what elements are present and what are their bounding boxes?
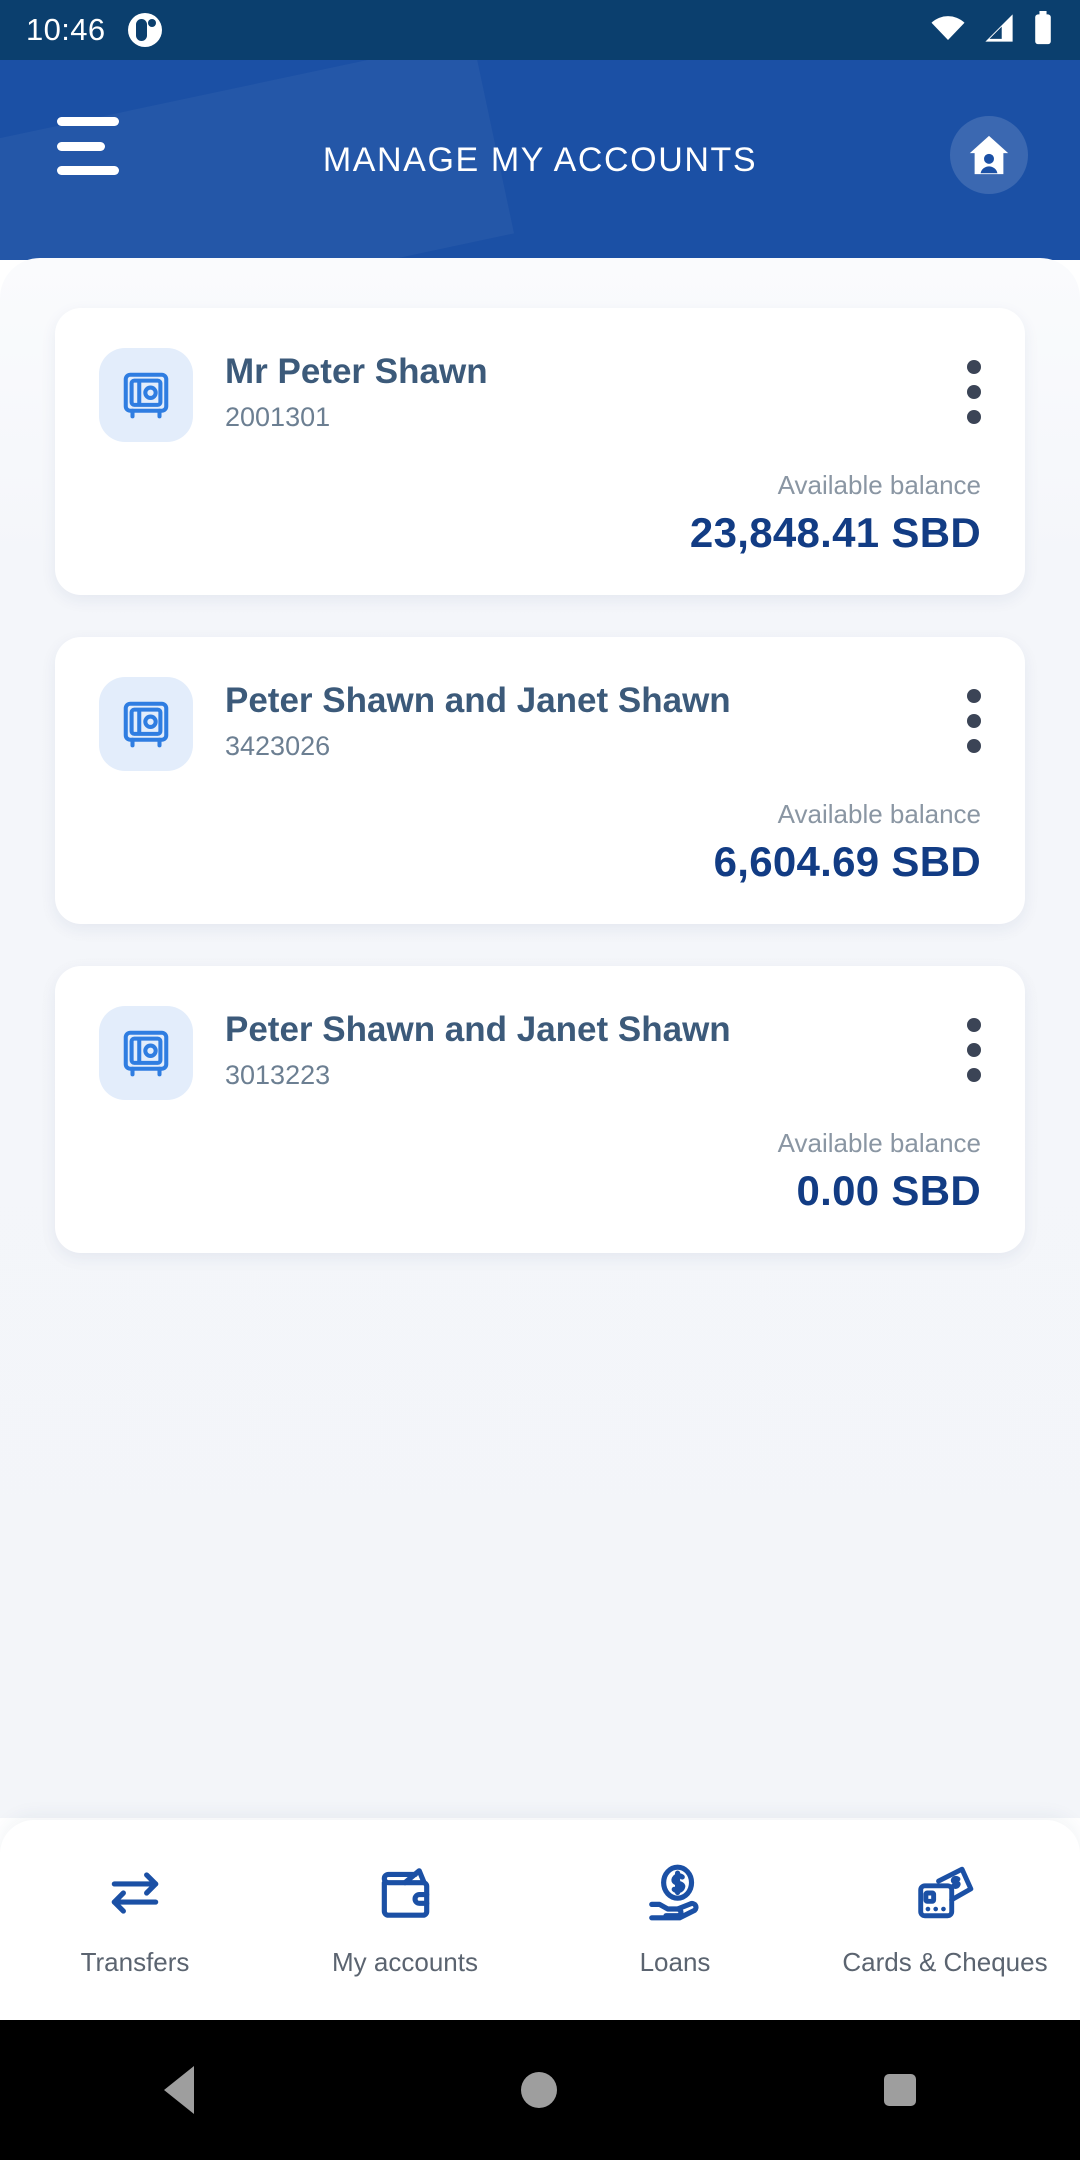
account-balance-block: Available balance 6,604.69 SBD	[99, 799, 981, 886]
more-vertical-icon[interactable]	[967, 1006, 981, 1082]
bottom-navigation-bar: Transfers My accounts Loans Cards & Cheq…	[0, 1820, 1080, 2020]
account-card[interactable]: Peter Shawn and Janet Shawn 3423026 Avai…	[55, 637, 1025, 924]
back-triangle-icon[interactable]	[163, 2066, 194, 2114]
wifi-icon	[930, 13, 966, 48]
accounts-list: Mr Peter Shawn 2001301 Available balance…	[0, 308, 1080, 1295]
account-card-header: Peter Shawn and Janet Shawn 3013223	[99, 1006, 981, 1100]
account-holder-name: Mr Peter Shawn	[225, 352, 488, 391]
available-balance-value: 6,604.69 SBD	[713, 838, 981, 885]
more-vertical-icon[interactable]	[967, 677, 981, 753]
account-holder-name: Peter Shawn and Janet Shawn	[225, 681, 731, 720]
cellular-signal-icon	[982, 13, 1016, 48]
account-number: 3013223	[225, 1060, 331, 1091]
home-circle-icon[interactable]	[520, 2072, 557, 2108]
status-bar: 10:46	[0, 0, 1080, 60]
safe-vault-icon	[99, 348, 193, 442]
account-holder-name: Peter Shawn and Janet Shawn	[225, 1010, 731, 1049]
status-bar-clock: 10:46	[26, 12, 106, 47]
nav-label-cards-cheques: Cards & Cheques	[842, 1947, 1048, 1977]
hand-coin-dollar-icon	[642, 1862, 708, 1929]
safe-vault-icon	[99, 677, 193, 771]
home-user-icon[interactable]	[950, 116, 1028, 194]
app-notification-icon	[127, 13, 162, 47]
safe-vault-icon	[99, 1006, 193, 1100]
available-balance-value: 0.00 SBD	[796, 1167, 981, 1214]
nav-label-loans: Loans	[639, 1947, 711, 1977]
hamburger-menu-icon[interactable]	[57, 117, 119, 175]
account-card-header: Peter Shawn and Janet Shawn 3423026	[99, 677, 981, 771]
battery-full-icon	[1032, 10, 1054, 50]
nav-item-loans[interactable]: Loans	[540, 1862, 810, 1978]
transfer-arrows-icon	[102, 1862, 168, 1929]
available-balance-value: 23,848.41 SBD	[689, 509, 981, 556]
wallet-icon	[372, 1862, 438, 1929]
account-card-header: Mr Peter Shawn 2001301	[99, 348, 981, 442]
available-balance-label: Available balance	[777, 799, 981, 829]
phone-screen: 10:46 MANAGE MY ACCOUNTS Mr Peter Shawn …	[0, 0, 1080, 2160]
account-number: 2001301	[225, 402, 331, 433]
account-identity: Peter Shawn and Janet Shawn 3013223	[225, 1006, 949, 1091]
account-balance-block: Available balance 0.00 SBD	[99, 1128, 981, 1215]
account-identity: Mr Peter Shawn 2001301	[225, 348, 949, 433]
recents-square-icon[interactable]	[884, 2074, 917, 2106]
status-bar-indicators	[930, 10, 1054, 50]
account-number: 3423026	[225, 731, 331, 762]
account-identity: Peter Shawn and Janet Shawn 3423026	[225, 677, 949, 762]
account-card[interactable]: Peter Shawn and Janet Shawn 3013223 Avai…	[55, 966, 1025, 1253]
app-bar: MANAGE MY ACCOUNTS	[0, 60, 1080, 260]
account-card[interactable]: Mr Peter Shawn 2001301 Available balance…	[55, 308, 1025, 595]
page-title: MANAGE MY ACCOUNTS	[322, 140, 758, 179]
android-system-nav	[0, 2020, 1080, 2160]
account-balance-block: Available balance 23,848.41 SBD	[99, 470, 981, 557]
more-vertical-icon[interactable]	[967, 348, 981, 424]
nav-item-transfers[interactable]: Transfers	[0, 1862, 270, 1978]
nav-item-cards-cheques[interactable]: Cards & Cheques	[810, 1862, 1080, 1978]
nav-label-my-accounts: My accounts	[332, 1947, 478, 1977]
content-sheet: Mr Peter Shawn 2001301 Available balance…	[0, 258, 1080, 1818]
nav-item-my-accounts[interactable]: My accounts	[270, 1862, 540, 1978]
available-balance-label: Available balance	[777, 1128, 981, 1158]
cards-cheques-icon	[912, 1862, 978, 1929]
available-balance-label: Available balance	[777, 470, 981, 500]
nav-label-transfers: Transfers	[80, 1947, 190, 1977]
